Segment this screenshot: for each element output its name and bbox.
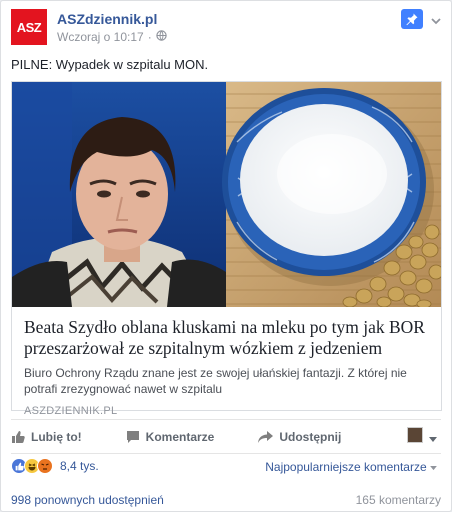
reactions-summary: 8,4 tys. Najpopularniejsze komentarze (11, 458, 441, 478)
link-title[interactable]: Beata Szydło oblana kluskami na mleku po… (24, 317, 429, 359)
post-text: PILNE: Wypadek w szpitalu MON. (11, 57, 209, 72)
meta-separator: · (147, 30, 152, 44)
avatar-text: ASZ (16, 19, 42, 35)
share-count-link[interactable]: 998 ponownych udostępnień (11, 493, 164, 507)
timestamp[interactable]: Wczoraj o 10:17 (57, 30, 144, 44)
share-label: Udostępnij (279, 430, 342, 444)
comment-count-link[interactable]: 165 komentarzy (356, 493, 441, 507)
share-button[interactable]: Udostępnij (258, 430, 341, 444)
reaction-count[interactable]: 8,4 tys. (60, 459, 99, 473)
thumbs-up-icon (11, 430, 25, 444)
globe-icon (156, 30, 167, 44)
actor-avatar[interactable] (407, 427, 423, 443)
post-header: ASZ ASZdziennik.pl Wczoraj o 10:17 · (11, 9, 441, 49)
post-stats: 998 ponownych udostępnień 165 komentarzy (11, 493, 441, 507)
comment-label: Komentarze (145, 430, 215, 444)
link-preview-card[interactable]: Beata Szydło oblana kluskami na mleku po… (11, 81, 442, 417)
page-name-link[interactable]: ASZdziennik.pl (57, 11, 157, 27)
post-card: ASZ ASZdziennik.pl Wczoraj o 10:17 · PIL… (0, 0, 452, 512)
divider (11, 453, 441, 454)
sort-label: Najpopularniejsze komentarze (265, 460, 427, 474)
angry-reaction-icon (37, 458, 53, 474)
chevron-down-icon[interactable] (429, 432, 437, 446)
reaction-icons[interactable]: 8,4 tys. (11, 458, 99, 474)
comment-sort-dropdown[interactable]: Najpopularniejsze komentarze (265, 460, 437, 474)
share-icon (258, 430, 274, 444)
link-description: Biuro Ochrony Rządu znane jest ze swojej… (24, 366, 407, 396)
action-bar: Lubię to! Komentarze Udostępnij (11, 423, 441, 451)
divider (11, 419, 441, 420)
chevron-down-icon[interactable] (431, 13, 441, 25)
post-meta: Wczoraj o 10:17 · (57, 30, 167, 44)
comment-button[interactable]: Komentarze (126, 430, 215, 444)
like-label: Lubię to! (31, 430, 82, 444)
comment-icon (126, 430, 140, 444)
pin-icon[interactable] (401, 9, 423, 29)
link-preview-body[interactable]: Beata Szydło oblana kluskami na mleku po… (12, 307, 441, 417)
caret-down-icon (430, 466, 437, 471)
page-avatar[interactable]: ASZ (11, 9, 47, 45)
link-domain: ASZDZIENNIK.PL (24, 405, 118, 417)
link-preview-image[interactable] (12, 82, 441, 307)
like-button[interactable]: Lubię to! (11, 430, 82, 444)
